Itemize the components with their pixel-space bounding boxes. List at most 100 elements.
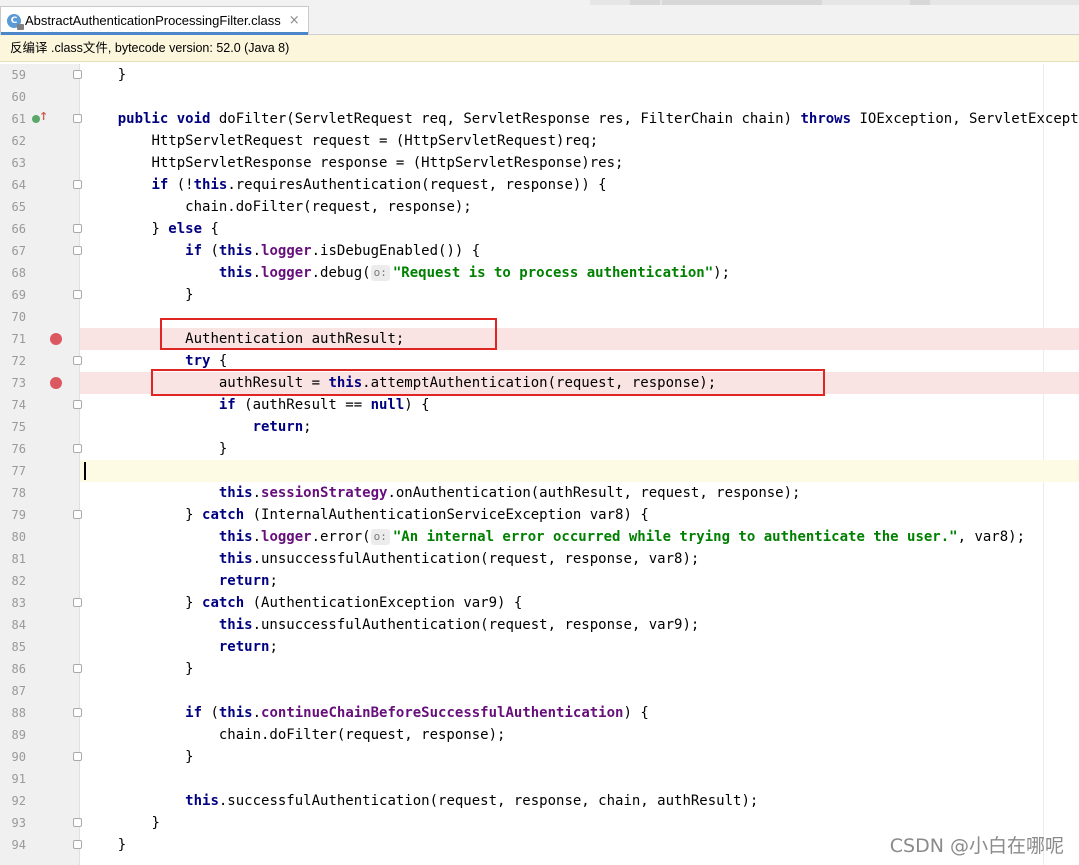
code-text: HttpServletRequest request = (HttpServle… xyxy=(84,130,598,152)
code-line[interactable]: 69 } xyxy=(0,284,1079,306)
code-text: chain.doFilter(request, response); xyxy=(84,196,472,218)
code-token: } xyxy=(185,287,194,303)
code-line[interactable]: 74 if (authResult == null) { xyxy=(0,394,1079,416)
breakpoint-icon[interactable] xyxy=(50,333,62,345)
code-line[interactable]: 88 if (this.continueChainBeforeSuccessfu… xyxy=(0,702,1079,724)
code-text: this.unsuccessfulAuthentication(request,… xyxy=(84,548,699,570)
code-token: void xyxy=(176,111,211,127)
code-line[interactable]: 60 xyxy=(0,86,1079,108)
code-text: this.logger.error(o: "An internal error o… xyxy=(84,526,1025,548)
code-line[interactable]: 61 ↑ public void doFilter(ServletRequest … xyxy=(0,108,1079,130)
fold-marker-icon[interactable] xyxy=(73,356,82,365)
line-number: 79 xyxy=(11,508,26,522)
override-method-icon[interactable]: ↑ xyxy=(32,110,48,126)
fold-marker-icon[interactable] xyxy=(73,664,82,673)
line-number: 75 xyxy=(11,420,26,434)
code-line[interactable]: 82 return; xyxy=(0,570,1079,592)
fold-marker-icon[interactable] xyxy=(73,246,82,255)
code-editor[interactable]: 59 } 60 61 ↑ public void doFilter(ServletRe… xyxy=(0,64,1079,865)
code-token: (! xyxy=(168,177,194,193)
code-token: HttpServletResponse response = (HttpServ… xyxy=(151,155,624,171)
line-number: 86 xyxy=(11,662,26,676)
code-token: } xyxy=(218,441,228,457)
code-text: } xyxy=(84,812,160,834)
line-number: 83 xyxy=(11,596,26,610)
fold-marker-icon[interactable] xyxy=(73,708,82,717)
line-number: 91 xyxy=(11,772,26,786)
code-line[interactable]: 89 chain.doFilter(request, response); xyxy=(0,724,1079,746)
code-text: } xyxy=(84,658,193,680)
code-line[interactable]: 76 } xyxy=(0,438,1079,460)
code-line[interactable]: 86 } xyxy=(0,658,1079,680)
fold-marker-icon[interactable] xyxy=(73,818,82,827)
code-token: { xyxy=(210,353,228,369)
fold-marker-icon[interactable] xyxy=(73,180,82,189)
code-token: if xyxy=(218,397,236,413)
code-token: } xyxy=(151,815,160,831)
code-line[interactable]: 62 HttpServletRequest request = (HttpSer… xyxy=(0,130,1079,152)
code-line[interactable]: 59 } xyxy=(0,64,1079,86)
line-number: 84 xyxy=(11,618,26,632)
text-caret xyxy=(84,462,86,480)
code-token: } xyxy=(117,837,127,853)
code-token: chain.doFilter(request, response); xyxy=(218,727,506,743)
close-icon[interactable]: × xyxy=(289,13,300,28)
code-line[interactable]: 77 xyxy=(0,460,1079,482)
code-token: logger xyxy=(261,529,312,545)
code-line[interactable]: 85 return; xyxy=(0,636,1079,658)
code-token: } xyxy=(185,749,194,765)
code-token: this xyxy=(218,705,253,721)
code-token: if xyxy=(185,243,203,259)
line-number: 61 xyxy=(11,112,26,126)
code-line[interactable]: 87 xyxy=(0,680,1079,702)
code-line[interactable]: 65 chain.doFilter(request, response); xyxy=(0,196,1079,218)
fold-marker-icon[interactable] xyxy=(73,510,82,519)
fold-marker-icon[interactable] xyxy=(73,840,82,849)
toolbar-strip xyxy=(590,0,1079,5)
code-token: this xyxy=(218,617,253,633)
line-number: 77 xyxy=(11,464,26,478)
code-line[interactable]: 80 this.logger.error(o: "An internal erro… xyxy=(0,526,1079,548)
code-text: if (authResult == null) { xyxy=(84,394,430,416)
code-line[interactable]: 92 this.successfulAuthentication(request… xyxy=(0,790,1079,812)
editor-tab[interactable]: C AbstractAuthenticationProcessingFilter… xyxy=(0,6,309,35)
code-token: .unsuccessfulAuthentication(request, res… xyxy=(252,617,700,633)
fold-marker-icon[interactable] xyxy=(73,70,82,79)
breakpoint-icon[interactable] xyxy=(50,377,62,389)
code-line[interactable]: 81 this.unsuccessfulAuthentication(reque… xyxy=(0,548,1079,570)
code-line[interactable]: 78 this.sessionStrategy.onAuthentication… xyxy=(0,482,1079,504)
line-number: 73 xyxy=(11,376,26,390)
fold-marker-icon[interactable] xyxy=(73,444,82,453)
fold-marker-icon[interactable] xyxy=(73,114,82,123)
code-line[interactable]: 84 this.unsuccessfulAuthentication(reque… xyxy=(0,614,1079,636)
java-class-icon: C xyxy=(7,13,24,30)
line-number: 87 xyxy=(11,684,26,698)
code-line[interactable]: 91 xyxy=(0,768,1079,790)
code-line[interactable]: 66 } else { xyxy=(0,218,1079,240)
fold-marker-icon[interactable] xyxy=(73,290,82,299)
code-line[interactable]: 75 return; xyxy=(0,416,1079,438)
fold-marker-icon[interactable] xyxy=(73,400,82,409)
fold-marker-icon[interactable] xyxy=(73,224,82,233)
code-token: .unsuccessfulAuthentication(request, res… xyxy=(252,551,700,567)
code-token: this xyxy=(185,793,219,809)
fold-marker-icon[interactable] xyxy=(73,598,82,607)
line-number: 63 xyxy=(11,156,26,170)
line-number: 94 xyxy=(11,838,26,852)
code-line[interactable]: 90 } xyxy=(0,746,1079,768)
decompiled-notice-banner: 反编译 .class文件, bytecode version: 52.0 (Ja… xyxy=(0,35,1079,62)
code-line[interactable]: 63 HttpServletResponse response = (HttpS… xyxy=(0,152,1079,174)
fold-marker-icon[interactable] xyxy=(73,752,82,761)
code-token: ) { xyxy=(623,705,649,721)
code-line[interactable]: 67 if (this.logger.isDebugEnabled()) { xyxy=(0,240,1079,262)
code-line[interactable]: 83 } catch (AuthenticationException var9… xyxy=(0,592,1079,614)
code-line[interactable]: 79 } catch (InternalAuthenticationServic… xyxy=(0,504,1079,526)
code-text: } else { xyxy=(84,218,218,240)
code-token: chain.doFilter(request, response); xyxy=(185,199,472,215)
line-number: 60 xyxy=(11,90,26,104)
code-token: IOException, ServletException { xyxy=(859,111,1079,127)
code-text: } catch (AuthenticationException var9) { xyxy=(84,592,522,614)
code-line[interactable]: 68 this.logger.debug(o: "Request is to pr… xyxy=(0,262,1079,284)
code-text: this.logger.debug(o: "Request is to proce… xyxy=(84,262,730,284)
code-line[interactable]: 64 if (!this.requiresAuthentication(requ… xyxy=(0,174,1079,196)
